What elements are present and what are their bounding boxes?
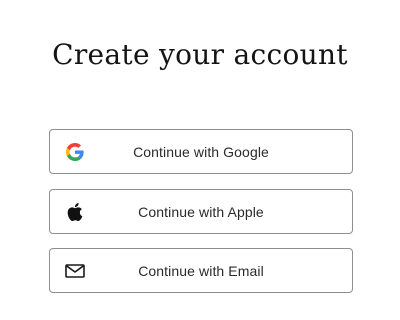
page-title: Create your account [52,38,348,71]
continue-with-apple-label: Continue with Apple [138,203,264,220]
continue-with-google-button[interactable]: Continue with Google [49,129,353,174]
apple-icon [65,202,85,222]
mail-icon [65,261,85,281]
continue-with-google-label: Continue with Google [133,143,269,160]
continue-with-email-button[interactable]: Continue with Email [49,248,353,293]
continue-with-apple-button[interactable]: Continue with Apple [49,189,353,234]
continue-with-email-label: Continue with Email [138,262,264,279]
google-icon [65,142,85,162]
